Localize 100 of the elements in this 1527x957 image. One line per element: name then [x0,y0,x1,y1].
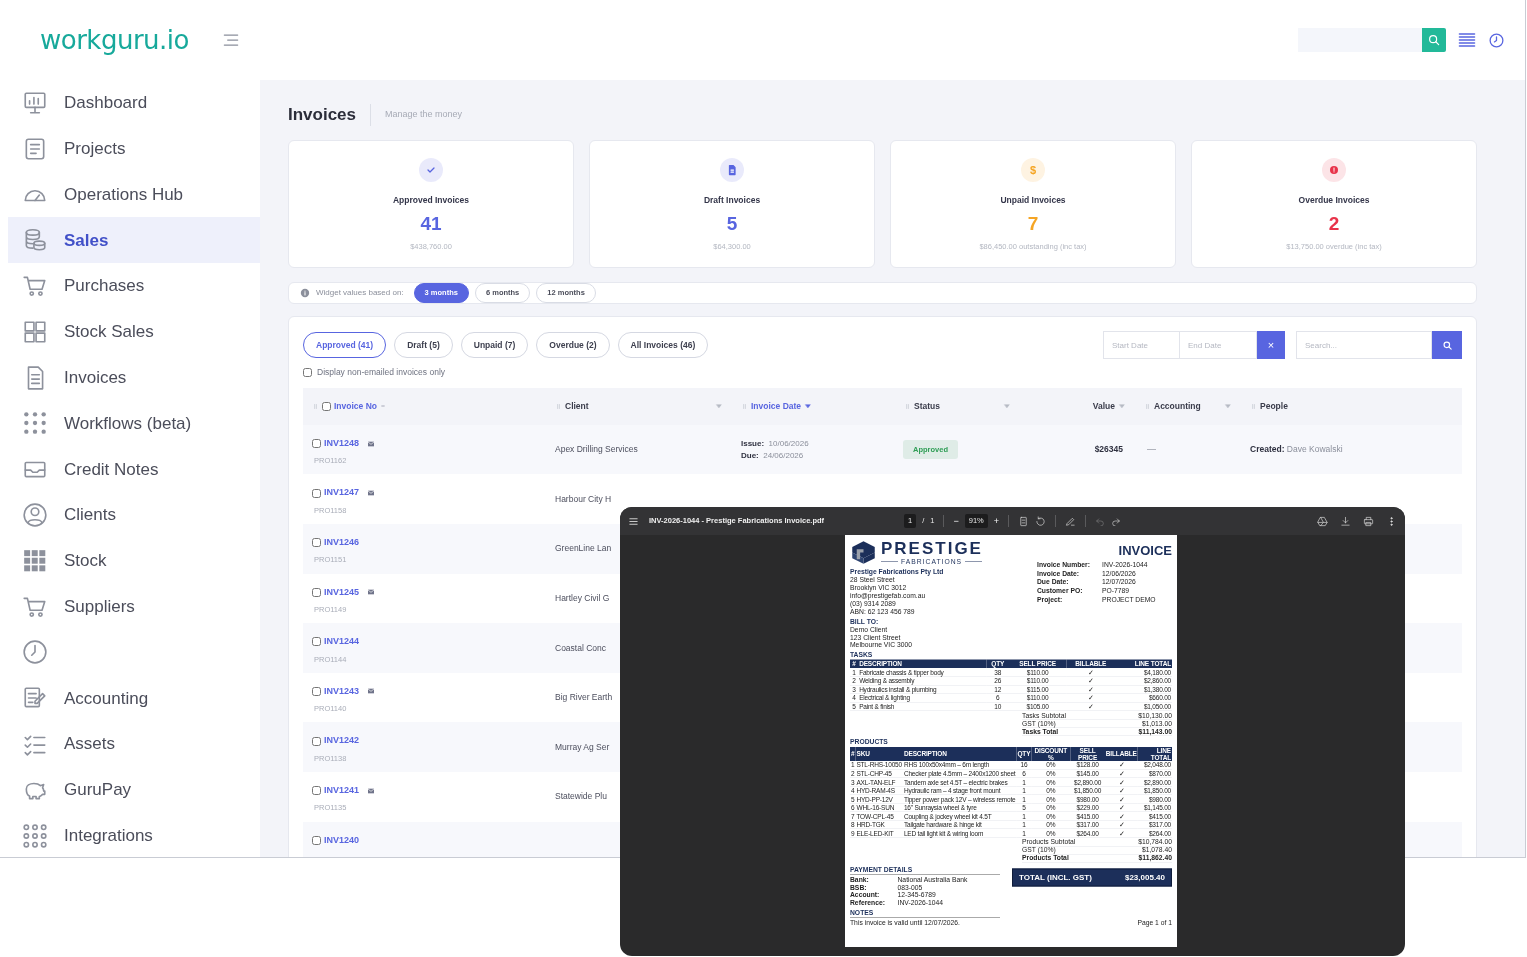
sidebar-item[interactable]: Suppliers [8,583,260,630]
brand-name: PRESTIGE [881,539,983,557]
document-heading: INVOICE [1117,544,1172,557]
search-field[interactable] [1298,28,1422,52]
chart-icon [22,89,48,116]
search-field[interactable]: Search... [1296,331,1432,359]
checkbox[interactable] [312,488,321,498]
invoice-link[interactable]: INV1247 [324,486,360,500]
issue-date: Issue: 10/06/2026 [741,437,810,450]
column-header[interactable]: Value [1020,399,1135,413]
checkbox[interactable] [322,401,331,411]
page-title: Invoices [288,104,357,126]
sidebar-item[interactable]: Integrations [8,812,260,857]
sidebar-item[interactable]: Assets [8,721,260,767]
checkbox[interactable] [312,686,321,696]
checkbox[interactable] [312,538,321,548]
accounting-status: — [1146,442,1157,456]
invoice-link[interactable]: INV1242 [324,734,360,748]
client-name: Apex Drilling Services [555,443,638,456]
checkbox[interactable] [303,367,312,377]
sidebar-item[interactable]: Projects [8,125,260,172]
invoice-link[interactable]: INV1246 [324,535,360,550]
search-icon [1427,33,1441,47]
sidebar-item[interactable]: Accounting [8,675,260,722]
dots-icon [22,410,48,437]
alert-icon [1322,158,1346,182]
search-icon [1441,339,1453,351]
checkbox[interactable] [312,786,321,796]
filter-tab[interactable]: Approved (41) [303,332,387,358]
client-name: Hartley Civil G [555,591,610,605]
invoice-link[interactable]: INV1243 [324,684,360,699]
print-icon[interactable] [1363,515,1374,527]
checkbox[interactable] [312,587,321,597]
clock-icon[interactable] [1488,31,1505,49]
checkbox[interactable] [312,736,321,746]
document-icon [720,158,744,182]
client-name: Big River Earth [555,691,613,704]
sidebar-item[interactable]: Credit Notes [8,446,260,493]
checkbox[interactable] [312,637,321,647]
info-icon [300,288,310,298]
invoice-link[interactable]: INV1240 [324,833,360,847]
zoom-out-button[interactable]: − [953,516,959,526]
stat-title: Overdue Invoices [1298,194,1370,207]
client-name: Statewide Plu [555,790,607,804]
invoice-link[interactable]: INV1245 [324,585,360,600]
stat-count: 5 [726,212,738,236]
pen-icon[interactable] [1065,515,1076,527]
invoice-link[interactable]: INV1248 [324,436,360,451]
invoice-link[interactable]: INV1244 [324,635,360,649]
column-header[interactable]: Status [895,399,1020,413]
column-header[interactable]: People [1241,399,1462,413]
people-info: Created: Dave Kowalski [1250,442,1343,456]
search-button[interactable] [1432,331,1462,359]
filter-tab[interactable]: Unpaid (7) [460,332,529,358]
page-subtitle: Manage the money [385,108,463,122]
date-field[interactable]: Start Date [1103,331,1180,359]
clear-button[interactable]: × [1257,331,1285,359]
user-icon [22,502,48,529]
checkbox-label: Display non-emailed invoices only [317,366,446,379]
stat-title: Draft Invoices [703,194,761,207]
grand-total-value: $23,005.40 [1124,872,1165,883]
clock-icon [22,639,48,666]
grid-icon [22,318,48,345]
sidebar-item[interactable]: GuruPay [8,766,260,813]
search-button[interactable] [1422,28,1446,52]
sidebar-item[interactable]: Dashboard [8,80,260,126]
dots-icon [22,822,48,849]
sidebar-item[interactable]: Operations Hub [8,171,260,218]
invoice-link[interactable]: INV1241 [324,783,360,798]
client-name: Harbour City H [555,492,612,506]
drive-icon[interactable] [1317,515,1328,527]
filter-tab[interactable]: All Invoices (46) [617,332,709,358]
redo-icon[interactable] [1111,516,1121,526]
download-icon[interactable] [1340,515,1351,527]
checkbox[interactable] [312,439,321,448]
filter-tab[interactable]: Draft (5) [394,332,453,358]
list-icon[interactable] [1456,31,1478,49]
stat-count: 41 [420,212,442,236]
stat-title: Unpaid Invoices [1000,194,1066,207]
sidebar-item[interactable]: Stock Sales [8,309,260,355]
sidebar-item[interactable]: Stock [8,537,260,584]
sidebar-item[interactable]: Purchases [8,263,260,309]
rotate-icon[interactable] [1035,515,1046,527]
checkbox[interactable] [312,835,321,845]
sidebar-item[interactable]: Clients [8,492,260,538]
sidebar-item[interactable]: Invoices [8,354,260,401]
dollar-icon: $ [1021,158,1045,182]
menu-icon[interactable] [628,515,639,527]
filter-tab[interactable]: Overdue (2) [536,332,610,358]
column-header[interactable]: Invoice No [303,399,546,413]
sidebar-item[interactable]: Workflows (beta) [8,400,260,447]
column-header[interactable]: Accounting [1135,399,1241,413]
column-header[interactable]: Invoice Date [732,399,895,413]
check-icon [419,158,443,182]
zoom-in-button[interactable]: + [993,516,999,526]
column-header[interactable]: Client [546,399,732,413]
client-name: GreenLine Lan [555,542,612,556]
sidebar-item[interactable]: Sales [8,217,260,264]
grid-icon [22,547,48,574]
fit-page-icon[interactable] [1018,515,1029,527]
